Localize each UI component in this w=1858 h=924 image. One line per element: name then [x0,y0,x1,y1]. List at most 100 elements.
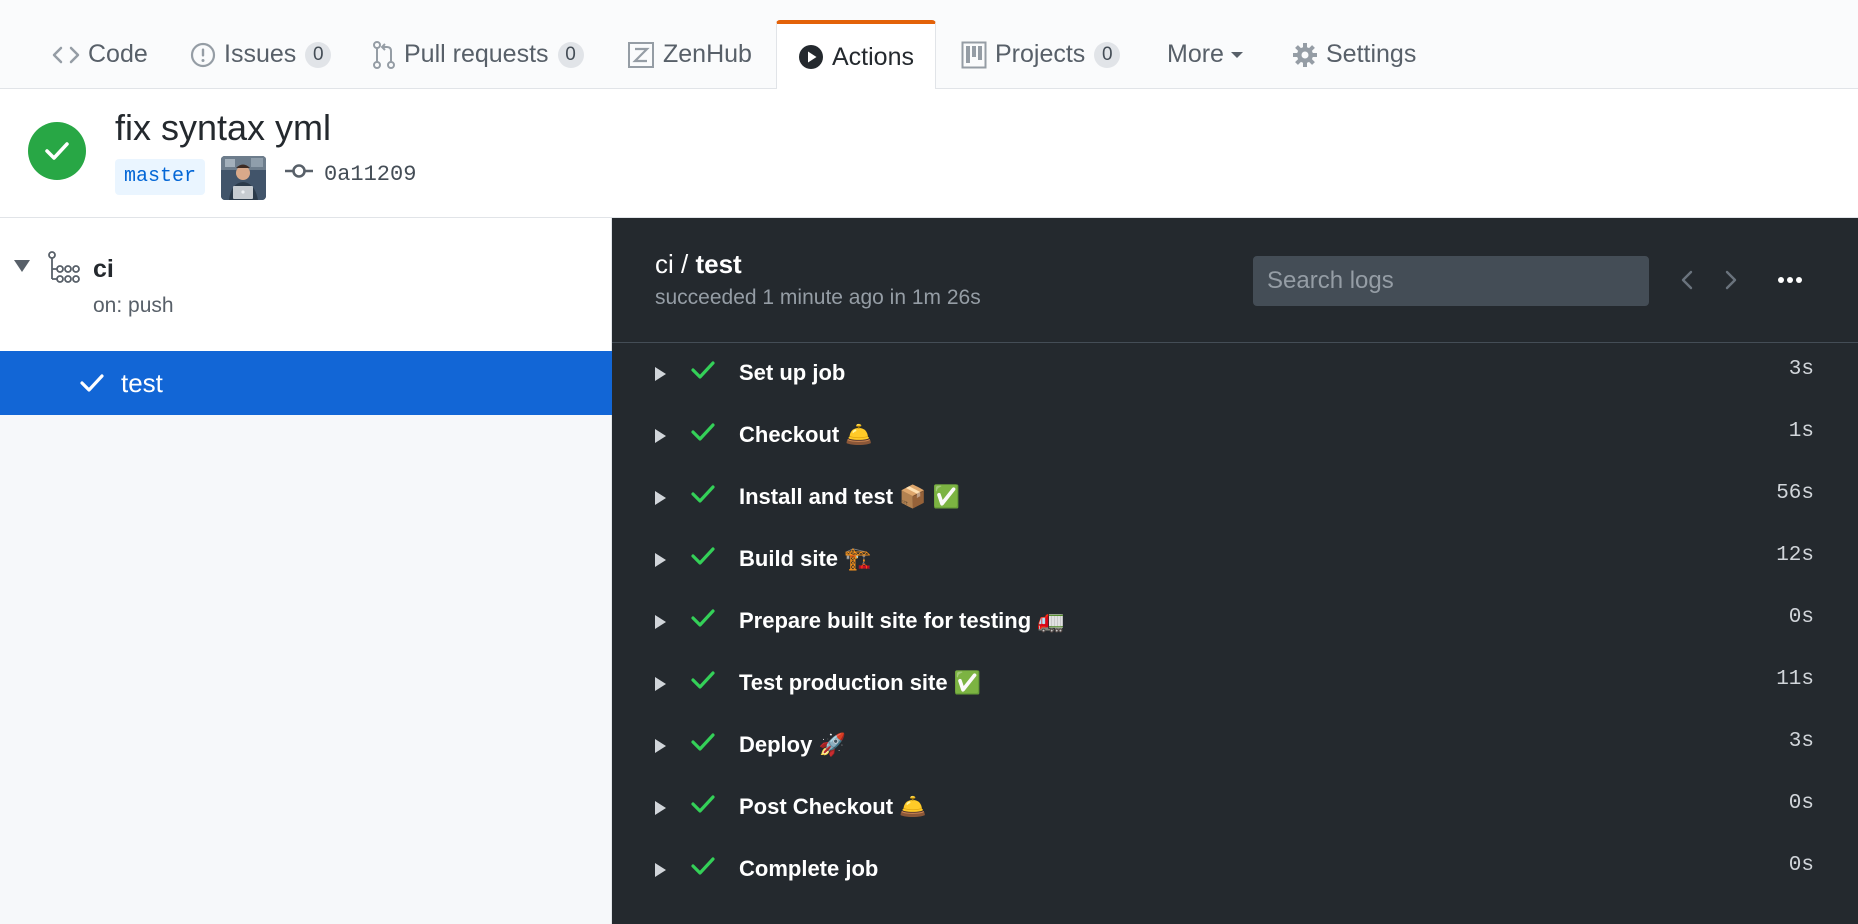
check-icon [691,546,715,571]
expand-triangle-icon [655,677,666,691]
play-icon [798,44,824,70]
step-name: Checkout 🛎️ [739,422,873,447]
step-duration: 3s [1788,358,1814,381]
step-name: Test production site ✅ [739,670,982,695]
tab-label: Pull requests [404,40,549,68]
tab-label: More [1167,40,1224,68]
workflow-header: ci on: push [0,218,611,351]
expand-triangle-icon [655,367,666,381]
check-icon [691,608,715,633]
step-name: Prepare built site for testing 🚛 [739,608,1065,633]
step-duration: 0s [1788,606,1814,629]
tab-zenhub[interactable]: ZenHub [627,20,752,89]
repo-nav: Code Issues 0 Pull requests 0 ZenHub Act… [0,0,1858,90]
tab-label: Code [88,40,148,68]
check-icon [691,856,715,881]
expand-triangle-icon [655,553,666,567]
workflow-sidebar: ci on: push test [0,218,612,924]
expand-triangle-icon [655,615,666,629]
job-title: ci / test [655,249,742,280]
tab-issues[interactable]: Issues 0 [190,20,332,89]
job-title-workflow: ci [655,249,674,279]
expand-triangle-icon [655,739,666,753]
check-icon [691,422,715,447]
step-duration: 0s [1788,854,1814,877]
tab-label: Settings [1326,40,1417,68]
job-item-test[interactable]: test [0,351,612,415]
step-row[interactable]: Install and test 📦 ✅ 56s [612,467,1858,529]
step-duration: 3s [1788,730,1814,753]
chevron-right-icon[interactable] [1720,265,1742,295]
branch-label[interactable]: master [115,159,206,195]
kebab-menu-icon[interactable] [1775,265,1805,295]
step-row[interactable]: Set up job 3s [612,343,1858,405]
step-row[interactable]: Post Checkout 🛎️ 0s [612,777,1858,839]
tab-actions[interactable]: Actions [776,20,936,90]
project-icon [961,41,987,69]
expand-triangle-icon [655,491,666,505]
step-row[interactable]: Deploy 🚀 3s [612,715,1858,777]
tab-label: Projects [995,40,1086,68]
caret-down-icon [1230,50,1244,60]
step-duration: 56s [1776,482,1814,505]
step-duration: 12s [1776,544,1814,567]
tab-pull-requests[interactable]: Pull requests 0 [372,20,584,89]
counter-badge: 0 [305,41,332,68]
tab-more[interactable]: More [1167,20,1244,89]
avatar[interactable] [221,156,266,200]
search-logs-input[interactable] [1253,256,1649,306]
counter-badge: 0 [1094,41,1121,68]
workflow-icon [48,251,80,290]
commit-icon [284,163,314,184]
gear-icon [1292,42,1318,68]
tab-label: Issues [224,40,297,68]
step-row[interactable]: Checkout 🛎️ 1s [612,405,1858,467]
tab-label: ZenHub [663,40,752,68]
job-name: test [121,368,163,398]
step-name: Post Checkout 🛎️ [739,794,927,819]
zenhub-icon [627,41,655,69]
pull-request-icon [372,40,396,69]
check-icon [691,732,715,757]
check-icon [691,360,715,385]
job-title-job: test [695,249,742,279]
chevron-left-icon[interactable] [1676,265,1698,295]
log-header: ci / test succeeded 1 minute ago in 1m 2… [612,218,1858,343]
success-status-icon [28,122,86,180]
expand-triangle-icon [655,863,666,877]
issue-icon [190,42,216,68]
counter-badge: 0 [557,41,584,68]
tab-label: Actions [832,42,914,71]
step-duration: 11s [1776,668,1814,691]
tab-code[interactable]: Code [52,20,148,89]
expand-triangle-icon [655,429,666,443]
step-name: Deploy 🚀 [739,732,846,757]
step-row[interactable]: Prepare built site for testing 🚛 0s [612,591,1858,653]
commit-sha-link[interactable]: 0a11209 [324,162,416,187]
job-status-text: succeeded 1 minute ago in 1m 26s [655,286,981,309]
step-duration: 1s [1788,420,1814,443]
step-row[interactable]: Complete job 0s [612,839,1858,901]
check-icon [691,484,715,509]
workflow-name: ci [93,255,114,283]
expand-triangle-icon [655,801,666,815]
tab-projects[interactable]: Projects 0 [961,20,1121,89]
check-icon [80,373,104,398]
collapse-caret-icon[interactable] [14,260,30,272]
job-title-separator: / [673,249,696,279]
step-name: Set up job [739,360,846,385]
step-row[interactable]: Test production site ✅ 11s [612,653,1858,715]
log-panel: ci / test succeeded 1 minute ago in 1m 2… [612,218,1858,924]
step-name: Build site 🏗️ [739,546,872,571]
step-row[interactable]: Build site 🏗️ 12s [612,529,1858,591]
tab-settings[interactable]: Settings [1292,20,1416,89]
check-icon [691,794,715,819]
run-title: fix syntax yml [115,107,332,148]
workflow-trigger: on: push [93,294,174,317]
step-name: Install and test 📦 ✅ [739,484,961,509]
code-icon [52,44,80,66]
check-icon [691,670,715,695]
run-header: fix syntax yml master 0a11209 [0,89,1858,218]
step-name: Complete job [739,856,879,881]
step-duration: 0s [1788,792,1814,815]
